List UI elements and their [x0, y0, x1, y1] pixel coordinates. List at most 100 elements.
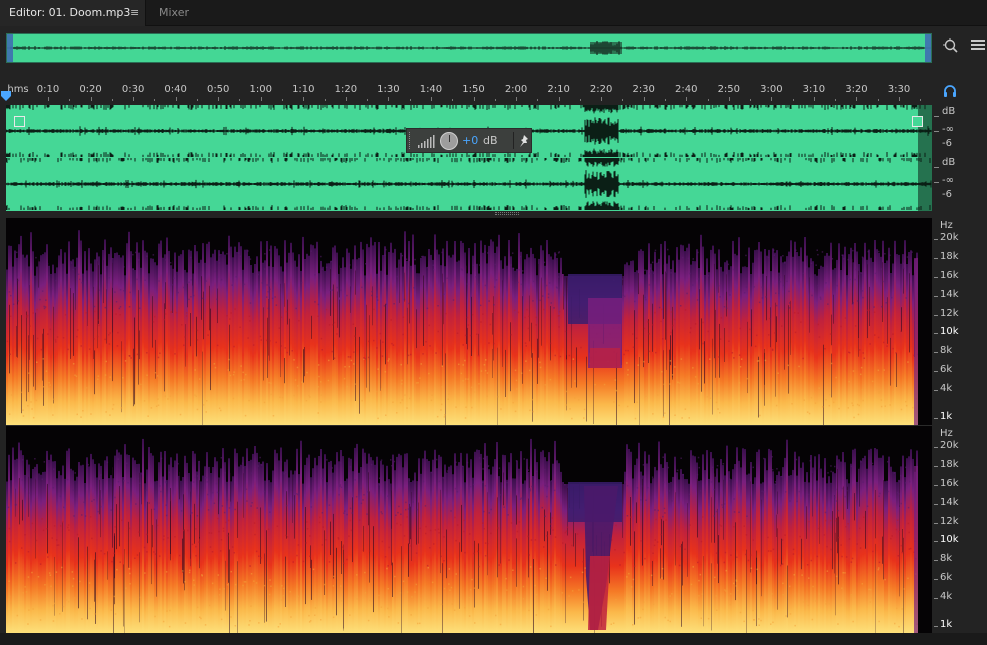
ruler-minor-tick: [792, 99, 794, 101]
hz-tick: [934, 258, 938, 259]
ruler-time-label: 2:30: [632, 84, 655, 95]
ruler-minor-tick: [622, 99, 624, 101]
ruler-tick: [430, 97, 432, 101]
hz-tick: [934, 315, 938, 316]
hz-label: 14k: [940, 289, 959, 300]
ruler-tick: [90, 97, 92, 101]
panel-tab-bar: Editor: 01. Doom.mp3 ≡ Mixer: [0, 0, 987, 26]
tab-mixer-label: Mixer: [159, 6, 190, 19]
ruler-time-label: 1:10: [292, 84, 315, 95]
hz-tick: [934, 296, 938, 297]
ruler-time-label: 1:30: [377, 84, 400, 95]
hz-tick: [934, 466, 938, 467]
ruler-minor-tick: [367, 99, 369, 101]
ruler-time-label: 0:50: [206, 84, 230, 95]
db-label: -6: [942, 189, 952, 200]
ruler-minor-tick: [409, 99, 411, 101]
hz-label: 4k: [940, 591, 953, 602]
hz-tick: [934, 352, 938, 353]
hud-grip[interactable]: [409, 132, 412, 149]
ruler-time-label: 1:20: [334, 84, 358, 95]
hz-tick: [934, 371, 938, 372]
time-ruler[interactable]: hms 0:10 0:20 0:30 0:40 0:50 1:00 1:10 1:20 1:30…: [6, 81, 932, 101]
hz-tick: [934, 504, 938, 505]
spectral-display-left-channel[interactable]: [6, 218, 932, 425]
spectral-display-right-channel[interactable]: [6, 426, 932, 633]
hud-separator: [513, 132, 514, 149]
hz-tick: [934, 598, 938, 599]
ruler-tick: [601, 97, 603, 101]
spectrogram-right-graphic: [6, 426, 932, 633]
gain-knob-icon[interactable]: [440, 132, 458, 150]
ruler-minor-tick: [877, 99, 879, 101]
db-tick: [934, 131, 939, 132]
ruler-minor-tick: [154, 99, 156, 101]
hz-tick: [934, 390, 938, 391]
ruler-minor-tick: [69, 99, 71, 101]
pin-icon[interactable]: [518, 134, 530, 148]
ruler-time-label: 1:50: [462, 84, 485, 95]
headphones-icon[interactable]: [943, 84, 957, 98]
ruler-minor-tick: [282, 99, 284, 101]
ruler-tick: [473, 97, 475, 101]
ruler-tick: [813, 97, 815, 101]
ruler-minor-tick: [196, 99, 198, 101]
hz-label: 6k: [940, 572, 953, 583]
hz-tick: [934, 485, 938, 486]
tab-editor[interactable]: Editor: 01. Doom.mp3 ≡: [0, 0, 146, 26]
ruler-time-label: 3:00: [760, 84, 783, 95]
ruler-tick: [899, 97, 900, 101]
ruler-time-label: 1:40: [419, 84, 443, 95]
hz-tick: [934, 523, 938, 524]
ruler-tick: [133, 97, 135, 101]
fade-in-handle[interactable]: [14, 116, 25, 127]
db-label: -6: [942, 138, 952, 149]
ruler-minor-tick: [664, 99, 666, 101]
overview-waveform[interactable]: [6, 33, 932, 63]
frequency-scale-right-channel: Hz 20k 18k 16k 14k 12k 10k 8k 6k 4k 1k: [934, 426, 987, 633]
list-icon[interactable]: [971, 40, 985, 52]
hz-tick: [934, 333, 938, 334]
tab-mixer[interactable]: Mixer: [159, 0, 189, 26]
hz-label: 20k: [940, 232, 959, 243]
fade-out-handle[interactable]: [912, 116, 923, 127]
ruler-time-label: 0:20: [79, 84, 102, 95]
frequency-scale-left-channel: Hz 20k 18k 16k 14k 12k 10k 8k 6k 4k 1k: [934, 218, 987, 425]
ruler-time-label: 1:00: [249, 84, 272, 95]
db-tick: [934, 167, 939, 168]
gain-value[interactable]: +0: [462, 134, 478, 147]
ruler-time-label: 2:00: [504, 84, 528, 95]
hz-label: 1k: [940, 411, 953, 422]
ruler-minor-tick: [920, 99, 922, 101]
ruler-minor-tick: [579, 99, 581, 101]
hz-unit-label: Hz: [940, 220, 953, 231]
ruler-tick: [771, 97, 773, 101]
hz-tick: [934, 579, 938, 580]
hz-label: 14k: [940, 497, 959, 508]
hz-label: 12k: [940, 308, 959, 319]
ruler-minor-tick: [494, 99, 496, 101]
ruler-minor-tick: [324, 99, 326, 101]
divider-grip[interactable]: [495, 212, 519, 215]
hz-label: 6k: [940, 364, 953, 375]
ruler-time-label: 2:40: [675, 84, 698, 95]
hz-tick: [934, 541, 938, 542]
overview-waveform-graphic: [7, 41, 931, 55]
ruler-minor-tick: [537, 99, 539, 101]
waveform-spectral-divider[interactable]: [6, 211, 932, 216]
ruler-time-label: 0:30: [121, 84, 145, 95]
playhead-marker[interactable]: [1, 91, 11, 101]
amplitude-scale-right-channel: dB -∞ -6: [934, 157, 987, 211]
panel-menu-icon[interactable]: ≡: [130, 0, 139, 26]
amplitude-scale-left-channel: dB -∞ -6: [934, 104, 987, 158]
overview-start-handle[interactable]: [7, 34, 13, 62]
ruler-tick: [345, 97, 347, 101]
waveform-display[interactable]: [6, 105, 932, 211]
db-tick: [934, 116, 939, 117]
ruler-time-label: 0:10: [36, 84, 60, 95]
zoom-icon[interactable]: [943, 38, 959, 54]
overview-end-handle[interactable]: [925, 34, 931, 62]
db-unit-label: dB: [942, 106, 956, 117]
ruler-minor-tick: [835, 99, 837, 101]
hz-label: 1k: [940, 619, 953, 630]
